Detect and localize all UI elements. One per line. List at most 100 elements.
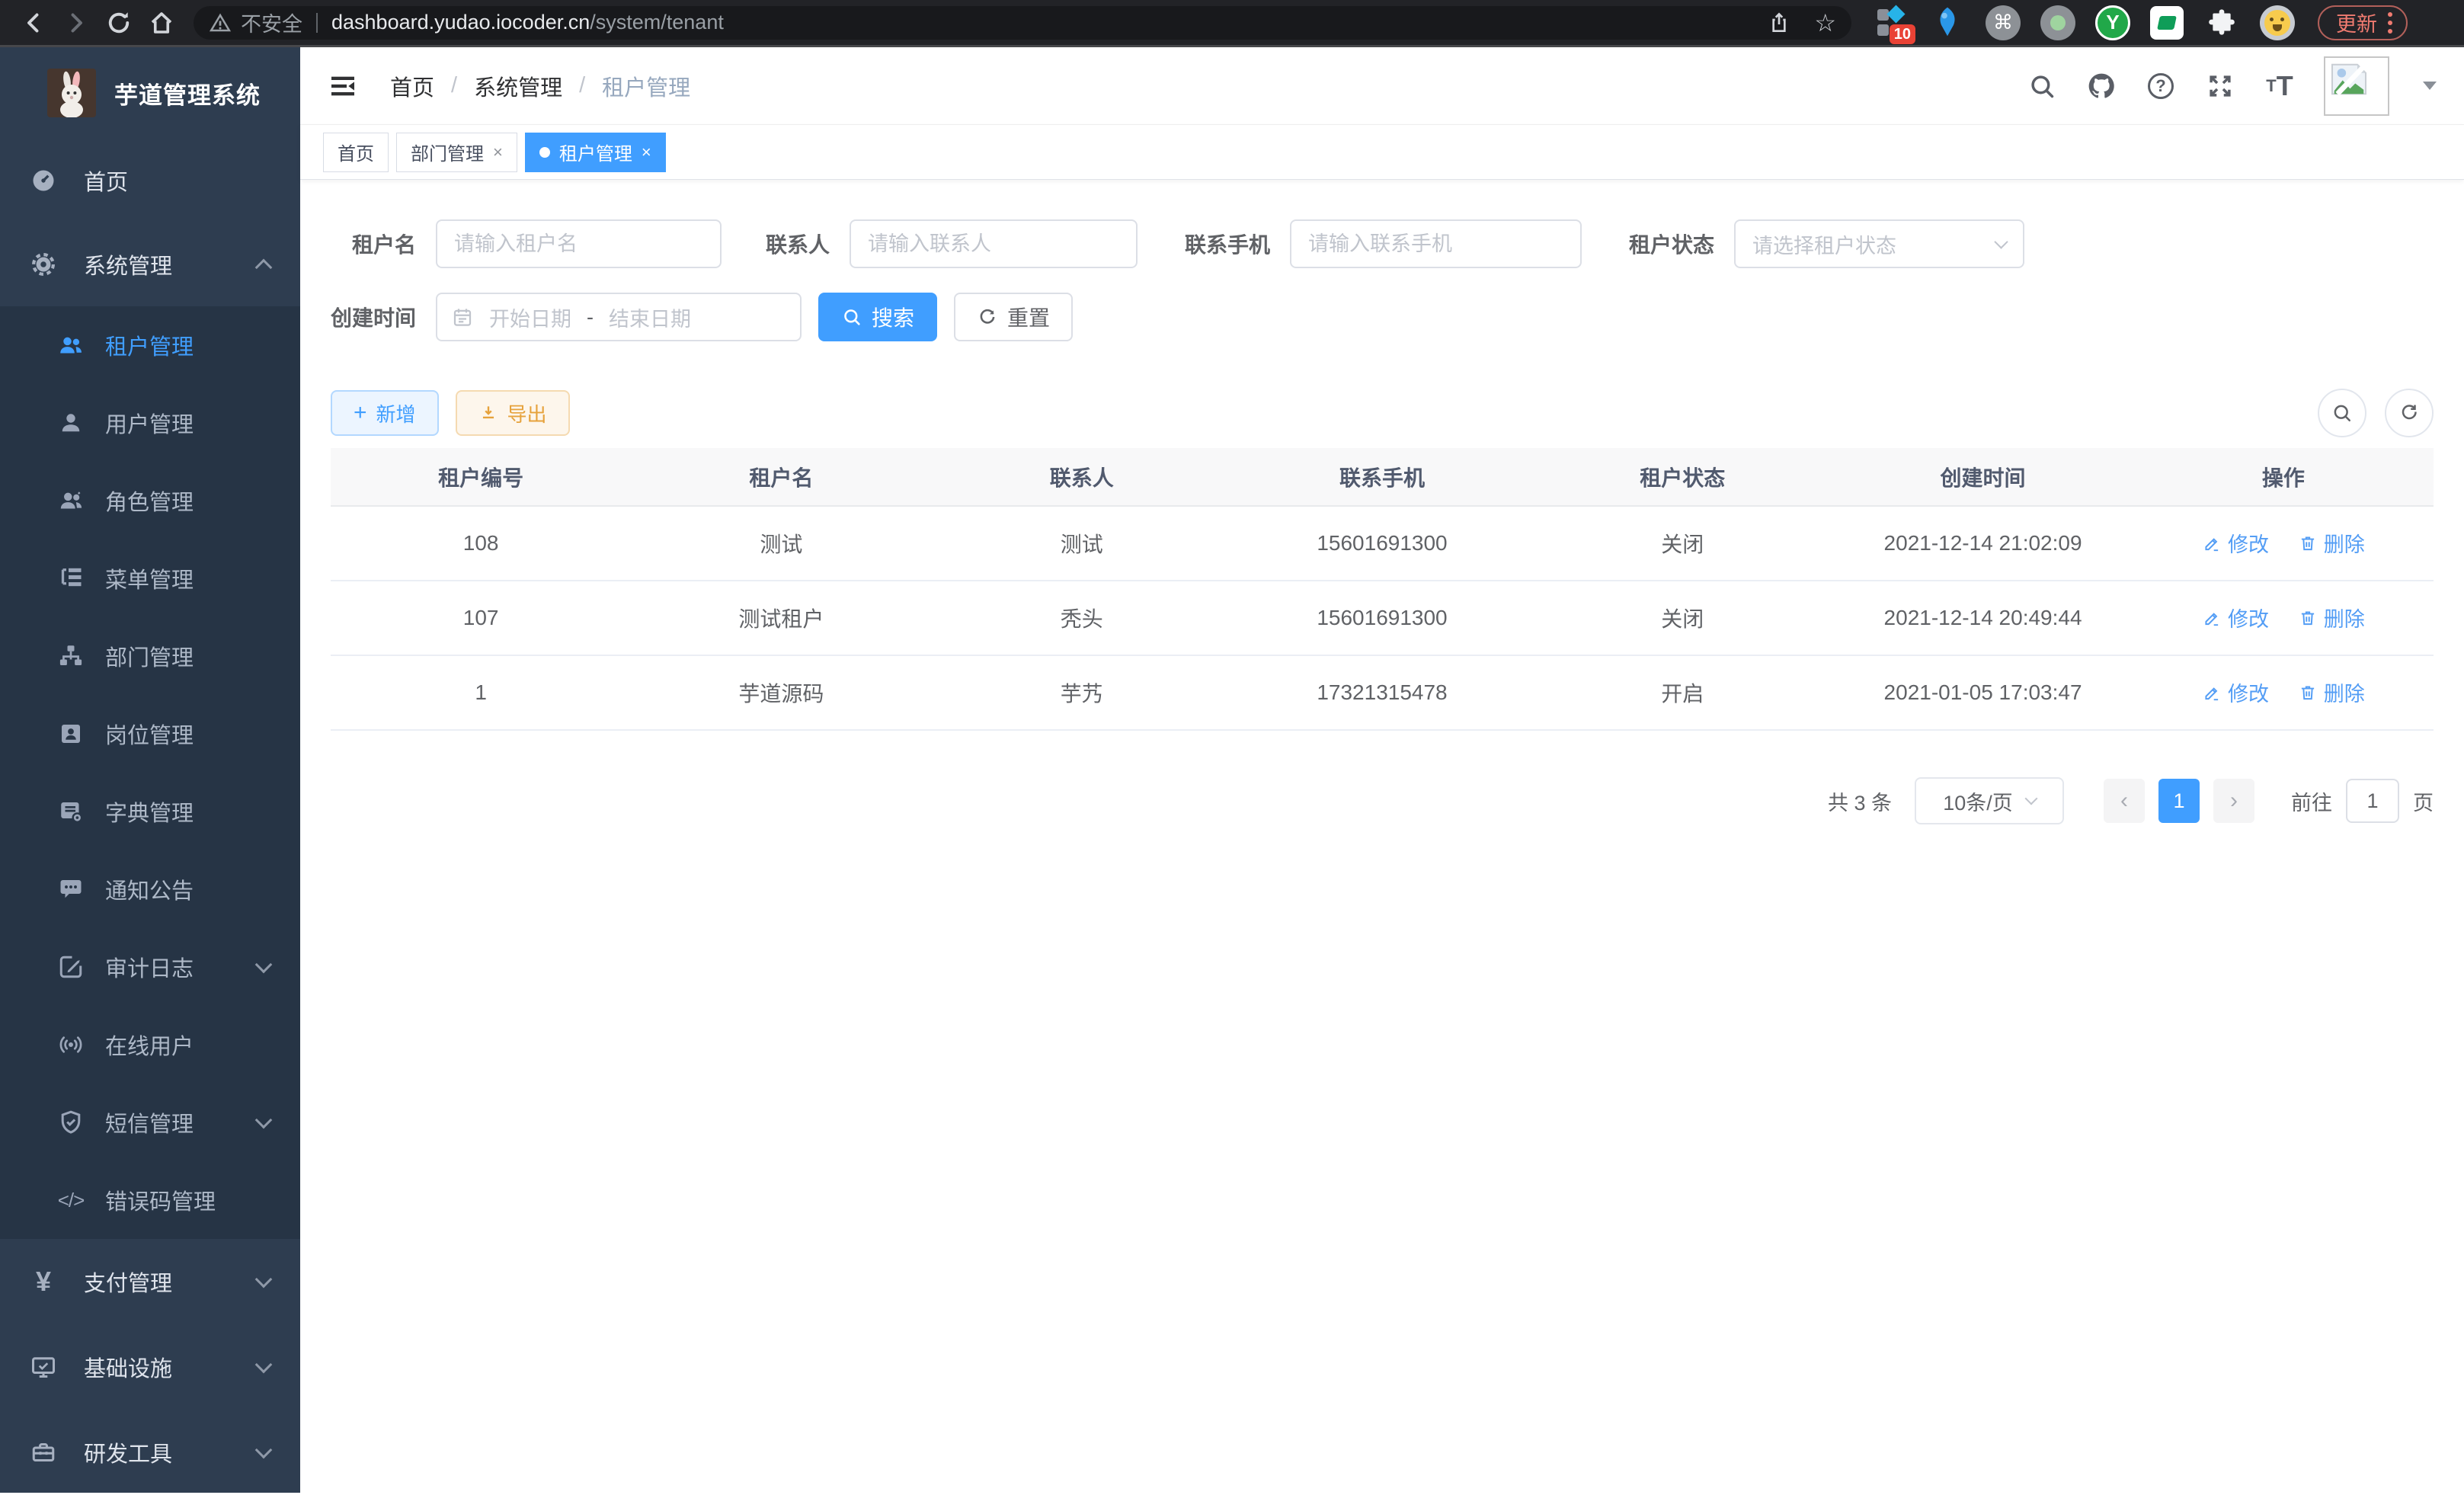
page-1-button[interactable]: 1 (2158, 779, 2200, 823)
status-select[interactable]: 请选择租户状态 (1734, 219, 2024, 268)
goto-page-input[interactable] (2346, 779, 2399, 823)
next-page-button[interactable]: › (2213, 779, 2254, 823)
sidebar-item-notice[interactable]: 通知公告 (0, 850, 300, 928)
page-unit-label: 页 (2413, 786, 2434, 816)
sidebar-item-home[interactable]: 首页 (0, 139, 300, 222)
code-icon: </> (56, 1189, 85, 1212)
header-search-icon[interactable] (2027, 71, 2057, 101)
sidebar-item-label: 在线用户 (105, 1029, 194, 1061)
toolbox-icon (29, 1439, 58, 1466)
breadcrumb-system[interactable]: 系统管理 (474, 70, 562, 102)
sidebar-item-payment-management[interactable]: ¥ 支付管理 (0, 1239, 300, 1324)
tenant-table: 租户编号 租户名 联系人 联系手机 租户状态 创建时间 操作 108 测试 测试 (331, 448, 2434, 731)
tab-dept-management[interactable]: 部门管理 × (396, 133, 517, 172)
system-submenu: 租户管理 用户管理 角色管理 菜单管理 (0, 306, 300, 1239)
edit-link[interactable]: 修改 (2202, 603, 2269, 632)
page-size-select[interactable]: 10条/页 (1915, 777, 2064, 824)
browser-back-button[interactable] (12, 5, 55, 41)
avatar[interactable] (2324, 56, 2389, 116)
sidebar-item-label: 错误码管理 (105, 1184, 216, 1216)
users-icon (56, 331, 85, 359)
url-path: /system/tenant (590, 11, 724, 34)
tab-tenant-management[interactable]: 租户管理 × (525, 133, 666, 172)
table-row: 107 测试租户 秃头 15601691300 关闭 2021-12-14 20… (331, 581, 2434, 655)
bookmark-star-icon[interactable]: ☆ (1814, 8, 1836, 37)
sidebar-item-role-management[interactable]: 角色管理 (0, 462, 300, 539)
extension-balloon-icon[interactable] (1929, 5, 1966, 41)
browser-menu-icon[interactable] (2388, 12, 2392, 34)
search-icon (2331, 402, 2354, 424)
mobile-input[interactable] (1290, 219, 1582, 268)
github-icon[interactable] (2086, 71, 2117, 101)
extension-y-icon[interactable]: Y (2095, 5, 2130, 40)
sidebar-item-menu-management[interactable]: 菜单管理 (0, 539, 300, 617)
logo-rabbit-image (47, 69, 96, 117)
extension-command-icon[interactable]: ⌘ (1986, 5, 2021, 40)
sidebar-item-tenant-management[interactable]: 租户管理 (0, 306, 300, 384)
breadcrumb: 首页 / 系统管理 / 租户管理 (390, 70, 690, 102)
export-button[interactable]: 导出 (456, 390, 570, 436)
extension-green-doc-icon[interactable] (2150, 6, 2184, 40)
contact-input[interactable] (850, 219, 1138, 268)
close-icon[interactable]: × (493, 142, 503, 162)
tab-home[interactable]: 首页 (323, 133, 389, 172)
add-button[interactable]: + 新增 (331, 390, 439, 436)
extension-record-icon[interactable] (2040, 5, 2075, 40)
dictionary-icon (56, 798, 85, 825)
sidebar-item-online-users[interactable]: 在线用户 (0, 1006, 300, 1084)
sidebar-item-label: 岗位管理 (105, 718, 194, 750)
font-size-icon[interactable]: TT (2264, 71, 2295, 101)
toggle-search-button[interactable] (2318, 389, 2366, 437)
address-bar[interactable]: 不安全 dashboard.yudao.iocoder.cn/system/te… (194, 6, 1851, 40)
navbar: 首页 / 系统管理 / 租户管理 ? TT (300, 47, 2464, 125)
sidebar-item-audit-log[interactable]: 审计日志 (0, 928, 300, 1006)
browser-forward-button[interactable] (55, 5, 98, 41)
monitor-icon (29, 1353, 58, 1381)
sidebar-item-label: 基础设施 (84, 1351, 172, 1383)
avatar-caret-icon[interactable] (2423, 82, 2437, 90)
roles-icon (56, 487, 85, 514)
mobile-label: 联系手机 (1173, 229, 1270, 259)
share-icon[interactable] (1764, 8, 1794, 38)
sidebar-item-sms-management[interactable]: 短信管理 (0, 1084, 300, 1161)
edit-link[interactable]: 修改 (2202, 528, 2269, 558)
browser-reload-button[interactable] (98, 5, 140, 41)
sidebar-item-label: 菜单管理 (105, 562, 194, 594)
sidebar-item-post-management[interactable]: 岗位管理 (0, 695, 300, 773)
sidebar-collapse-icon[interactable] (328, 71, 358, 101)
status-label: 租户状态 (1617, 229, 1714, 259)
tenant-name-input[interactable] (436, 219, 722, 268)
prev-page-button[interactable]: ‹ (2104, 779, 2145, 823)
delete-link[interactable]: 删除 (2298, 677, 2365, 707)
url-host[interactable]: dashboard.yudao.iocoder.cn (331, 11, 590, 34)
sidebar-item-user-management[interactable]: 用户管理 (0, 384, 300, 462)
extensions-puzzle-icon[interactable] (2203, 5, 2240, 41)
breadcrumb-home[interactable]: 首页 (390, 70, 434, 102)
chrome-update-button[interactable]: 更新 (2318, 5, 2408, 40)
gear-icon (29, 251, 58, 278)
help-icon[interactable]: ? (2146, 71, 2176, 101)
date-range-picker[interactable]: 开始日期 - 结束日期 (436, 293, 802, 341)
edit-link[interactable]: 修改 (2202, 677, 2269, 707)
security-label[interactable]: 不安全 (241, 8, 302, 37)
tenant-name-label: 租户名 (331, 229, 416, 259)
refresh-table-button[interactable] (2385, 389, 2434, 437)
extension-tiles-icon[interactable]: 10 (1873, 5, 1909, 41)
browser-home-button[interactable] (140, 5, 183, 41)
sidebar-item-system[interactable]: 系统管理 (0, 222, 300, 306)
sidebar-item-error-code-management[interactable]: </> 错误码管理 (0, 1161, 300, 1239)
fullscreen-icon[interactable] (2205, 71, 2235, 101)
yen-icon: ¥ (29, 1266, 58, 1298)
sidebar-item-infrastructure[interactable]: 基础设施 (0, 1324, 300, 1410)
close-icon[interactable]: × (642, 142, 651, 162)
sidebar-item-dict-management[interactable]: 字典管理 (0, 773, 300, 850)
user-icon (56, 409, 85, 437)
profile-avatar-icon[interactable] (2260, 5, 2295, 40)
search-button[interactable]: 搜索 (818, 293, 937, 341)
shield-icon (56, 1109, 85, 1136)
sidebar-item-dev-tools[interactable]: 研发工具 (0, 1410, 300, 1495)
delete-link[interactable]: 删除 (2298, 603, 2365, 632)
sidebar-item-dept-management[interactable]: 部门管理 (0, 617, 300, 695)
delete-link[interactable]: 删除 (2298, 528, 2365, 558)
reset-button[interactable]: 重置 (954, 293, 1073, 341)
